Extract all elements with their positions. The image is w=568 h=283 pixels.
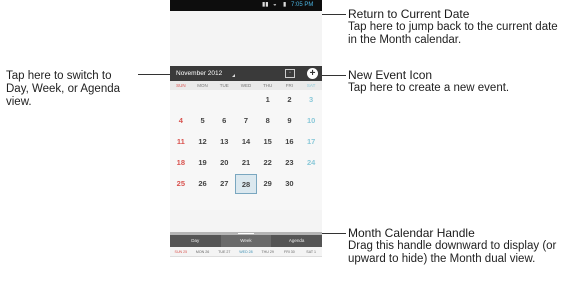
days-of-week-row: SUN MON TUE WED THU FRI SAT — [170, 81, 322, 90]
calendar-day-cell[interactable]: 26 — [192, 174, 214, 194]
calendar-day-cell[interactable]: 7 — [235, 111, 257, 131]
calendar-day-cell[interactable]: 13 — [213, 132, 235, 152]
annotation-handle-title: Month Calendar Handle — [348, 226, 475, 240]
calendar-day-cell[interactable]: 15 — [257, 132, 279, 152]
calendar-day-cell[interactable]: 28 — [235, 174, 257, 194]
annotation-new-desc: Tap here to create a new event. — [348, 82, 510, 94]
dropdown-triangle-icon — [232, 74, 235, 77]
signal-icon: ▮▮ — [262, 2, 269, 8]
tab-week[interactable]: Week — [220, 235, 272, 247]
calendar-day-cell[interactable]: 6 — [213, 111, 235, 131]
calendar-day-cell[interactable]: 14 — [235, 132, 257, 152]
annotation-switch-view: Tap here to switch to Day, Week, or Agen… — [6, 70, 126, 109]
plus-circle-icon[interactable]: + — [307, 68, 318, 79]
calendar-day-cell[interactable]: 17 — [300, 132, 322, 152]
calendar-day-cell[interactable]: 10 — [300, 111, 322, 131]
leader-line-new — [318, 75, 346, 76]
day-of-week-label: MON — [197, 83, 208, 88]
tab-agenda[interactable]: Agenda — [271, 235, 322, 247]
calendar-day-cell[interactable]: 18 — [170, 153, 192, 173]
calendar-day-cell[interactable]: 1 — [257, 90, 279, 110]
handle-grip-icon — [238, 233, 254, 234]
status-time: 7:05 PM — [291, 2, 314, 8]
week-strip-day[interactable]: FRI 30 — [279, 248, 301, 256]
week-strip: SUN 25 MON 26 TUE 27 WED 28 THU 29 FRI 30 SAT … — [170, 248, 322, 256]
day-of-week-label: THU — [263, 83, 273, 88]
annotation-return-title: Return to Current Date — [348, 7, 470, 21]
calendar-day-cell[interactable]: 3 — [300, 90, 322, 110]
annotation-return-desc: Tap here to jump back to the current dat… — [348, 21, 558, 46]
battery-icon: ▮ — [283, 2, 287, 8]
week-strip-day[interactable]: SUN 25 — [170, 248, 192, 256]
calendar-day-cell[interactable]: 30 — [279, 174, 301, 194]
calendar-day-cell[interactable] — [170, 90, 192, 110]
annotation-switch-view-text: Tap here to switch to Day, Week, or Agen… — [6, 70, 121, 108]
calendar-day-cell[interactable]: 5 — [192, 111, 214, 131]
calendar-day-cell[interactable]: 19 — [192, 153, 214, 173]
week-strip-day[interactable]: TUE 27 — [213, 248, 235, 256]
month-view-selector[interactable]: November 2012 — [176, 66, 222, 81]
calendar-day-cell[interactable]: 22 — [257, 153, 279, 173]
calendar-day-cell[interactable]: 21 — [235, 153, 257, 173]
calendar-today-icon[interactable]: ▫ — [285, 69, 295, 78]
calendar-day-cell[interactable]: 23 — [279, 153, 301, 173]
calendar-day-cell[interactable]: 16 — [279, 132, 301, 152]
calendar-day-cell[interactable]: 11 — [170, 132, 192, 152]
agenda-area — [170, 256, 322, 283]
week-strip-day[interactable]: THU 29 — [257, 248, 279, 256]
calendar-day-cell[interactable]: 4 — [170, 111, 192, 131]
calendar-day-cell[interactable] — [300, 174, 322, 194]
view-tabs: Day Week Agenda — [170, 235, 322, 247]
calendar-header: November 2012 ▫ + — [170, 66, 322, 81]
phone-screen: ▮▮ ◒ ▮ 7:05 PM November 2012 ▫ + SUN MON T… — [170, 0, 322, 283]
calendar-day-cell[interactable]: 25 — [170, 174, 192, 194]
calendar-day-cell[interactable]: 8 — [257, 111, 279, 131]
day-of-week-label: TUE — [219, 83, 229, 88]
day-of-week-label: WED — [240, 83, 252, 88]
calendar-day-cell[interactable]: 20 — [213, 153, 235, 173]
annotation-new-title: New Event Icon — [348, 68, 433, 82]
calendar-day-cell[interactable] — [213, 90, 235, 110]
tab-day[interactable]: Day — [170, 235, 221, 247]
annotation-new-event: New Event Icon Tap here to create a new … — [348, 69, 563, 95]
annotation-return-date: Return to Current Date Tap here to jump … — [348, 8, 563, 47]
day-of-week-label: SAT — [306, 83, 316, 88]
status-bar: ▮▮ ◒ ▮ 7:05 PM — [170, 0, 322, 11]
calendar-day-cell[interactable]: 24 — [300, 153, 322, 173]
week-strip-day[interactable]: MON 26 — [192, 248, 214, 256]
annotation-handle-desc: Drag this handle downward to display (or… — [348, 240, 557, 265]
week-strip-day[interactable]: SAT 1 — [300, 248, 322, 256]
calendar-day-cell[interactable]: 9 — [279, 111, 301, 131]
calendar-day-cell[interactable]: 2 — [279, 90, 301, 110]
calendar-day-cell[interactable] — [192, 90, 214, 110]
day-of-week-label: SUN — [176, 83, 186, 88]
wifi-icon: ◒ — [273, 2, 277, 8]
annotation-handle: Month Calendar Handle Drag this handle d… — [348, 227, 563, 266]
calendar-day-cell[interactable]: 27 — [213, 174, 235, 194]
month-grid: 1 2 3 4 5 6 7 8 9 10 11 12 13 14 15 16 17 18 19 20 21 22 23 24 2… — [170, 90, 322, 210]
calendar-day-cell[interactable]: 12 — [192, 132, 214, 152]
day-of-week-label: FRI — [285, 83, 294, 88]
calendar-day-cell[interactable]: 29 — [257, 174, 279, 194]
calendar-day-cell[interactable] — [235, 90, 257, 110]
week-strip-day[interactable]: WED 28 — [235, 248, 257, 256]
